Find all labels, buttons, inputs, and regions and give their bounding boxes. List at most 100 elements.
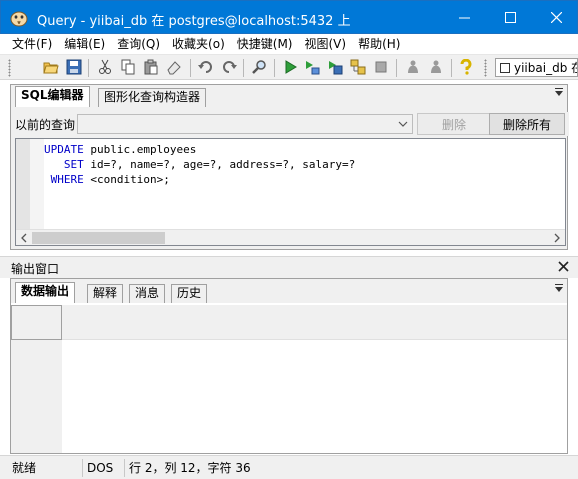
checkbox-icon — [500, 62, 510, 73]
previous-query-label: 以前的查询 — [15, 118, 76, 132]
tab-list-dropdown-icon[interactable] — [555, 284, 563, 292]
toolbar: yiibai_db 在 — [0, 54, 578, 80]
delete-all-button[interactable]: 删除所有 — [489, 113, 565, 135]
execute-button[interactable] — [281, 58, 299, 76]
menu-help[interactable]: 帮助(H) — [352, 34, 406, 54]
copy-button[interactable] — [119, 58, 137, 76]
redo-icon — [223, 61, 237, 73]
sql-keyword: UPDATE — [44, 143, 84, 156]
toolbar-separator — [190, 59, 191, 77]
output-pane-title: 输出窗口 — [11, 262, 60, 276]
output-panel: 数据输出 解释 消息 历史 — [10, 278, 568, 454]
minimize-icon — [458, 17, 470, 19]
grid-column-header — [62, 305, 567, 340]
menu-favourites[interactable]: 收藏夹(o) — [166, 34, 231, 54]
grid-corner-cell[interactable] — [11, 305, 62, 340]
scissors-icon — [99, 59, 111, 74]
fold-margin — [30, 139, 44, 230]
tab-messages[interactable]: 消息 — [129, 284, 166, 303]
eraser-icon — [167, 61, 181, 75]
previous-query-combo[interactable] — [77, 114, 413, 134]
menu-view[interactable]: 视图(V) — [298, 34, 352, 54]
tab-graphical-query-builder[interactable]: 图形化查询构造器 — [98, 88, 207, 107]
explain-icon — [306, 61, 320, 75]
play-icon — [285, 60, 297, 74]
undo-icon — [198, 61, 212, 73]
commit-icon — [408, 60, 418, 73]
execute-pgscript-button[interactable] — [349, 58, 367, 76]
scroll-left-icon[interactable] — [20, 233, 28, 243]
output-pane-header: 输出窗口 — [0, 256, 578, 278]
save-icon — [66, 59, 82, 75]
cut-button[interactable] — [96, 58, 114, 76]
rollback-button[interactable] — [427, 58, 445, 76]
commit-button[interactable] — [404, 58, 422, 76]
copy-icon — [121, 59, 135, 75]
save-button[interactable] — [65, 58, 83, 76]
tab-history[interactable]: 历史 — [171, 284, 208, 303]
editor-horizontal-scrollbar[interactable] — [16, 229, 565, 245]
close-icon — [550, 12, 562, 23]
sql-keyword: WHERE — [50, 173, 84, 186]
database-selector[interactable]: yiibai_db 在 — [495, 58, 578, 77]
code-line: WHERE <condition>; — [44, 172, 355, 187]
sql-editor[interactable]: UPDATE public.employees SET id=?, name=?… — [15, 138, 566, 246]
output-tabstrip: 数据输出 解释 消息 历史 — [11, 279, 567, 303]
tab-explain[interactable]: 解释 — [87, 284, 124, 303]
open-file-button[interactable] — [42, 58, 60, 76]
code-line: SET id=?, name=?, age=?, address=?, sala… — [44, 157, 355, 172]
grid-row-header — [11, 340, 62, 453]
help-button[interactable] — [457, 58, 475, 76]
menu-macros[interactable]: 快捷键(M) — [231, 34, 299, 54]
menu-query[interactable]: 查询(Q) — [111, 34, 166, 54]
query-tabstrip: SQL编辑器 图形化查询构造器 — [11, 85, 567, 107]
toolbar-separator — [396, 59, 397, 77]
close-button[interactable] — [533, 1, 578, 34]
title-bar[interactable]: Query - yiibai_db 在 postgres@localhost:5… — [0, 0, 578, 34]
clear-button[interactable] — [165, 58, 183, 76]
status-cursor-position: 行 2，列 12，字符 36 — [124, 459, 424, 477]
menu-file[interactable]: 文件(F) — [6, 34, 58, 54]
close-icon[interactable] — [558, 261, 569, 272]
execute-file-icon — [329, 61, 343, 75]
cancel-query-button[interactable] — [372, 58, 390, 76]
scroll-right-icon[interactable] — [553, 233, 561, 243]
window-title: Query - yiibai_db 在 postgres@localhost:5… — [37, 14, 351, 29]
stop-icon — [375, 61, 387, 73]
find-button[interactable] — [250, 58, 268, 76]
execute-to-file-button[interactable] — [326, 58, 344, 76]
status-bar: 就绪 DOS 行 2，列 12，字符 36 — [0, 455, 578, 479]
line-number-gutter — [16, 139, 30, 230]
toolbar-grip[interactable] — [484, 59, 487, 77]
delete-button[interactable]: 删除 — [417, 113, 491, 135]
menu-edit[interactable]: 编辑(E) — [58, 34, 111, 54]
code-text: public.employees — [83, 143, 197, 156]
scrollbar-thumb[interactable] — [32, 232, 165, 244]
status-state: 就绪 — [12, 461, 37, 475]
tab-data-output[interactable]: 数据输出 — [15, 282, 76, 303]
previous-query-bar: 以前的查询 删除 删除所有 — [11, 112, 569, 136]
help-icon — [460, 59, 472, 75]
paste-button[interactable] — [142, 58, 160, 76]
explain-button[interactable] — [303, 58, 321, 76]
minimize-button[interactable] — [441, 1, 487, 34]
sql-code[interactable]: UPDATE public.employees SET id=?, name=?… — [44, 142, 355, 187]
status-encoding: DOS — [82, 459, 122, 477]
code-text: <condition>; — [83, 173, 170, 186]
tab-sql-editor[interactable]: SQL编辑器 — [15, 86, 90, 107]
chevron-down-icon — [398, 121, 408, 127]
code-text: id=?, name=?, age=?, address=?, salary=? — [83, 158, 356, 171]
undo-button[interactable] — [197, 58, 215, 76]
search-icon — [252, 60, 266, 74]
toolbar-separator — [274, 59, 275, 77]
maximize-button[interactable] — [487, 1, 533, 34]
elephant-icon — [10, 11, 28, 27]
redo-button[interactable] — [220, 58, 238, 76]
toolbar-separator — [243, 59, 244, 77]
database-selector-label: yiibai_db 在 — [514, 61, 578, 75]
toolbar-grip[interactable] — [8, 59, 11, 77]
menu-bar: 文件(F) 编辑(E) 查询(Q) 收藏夹(o) 快捷键(M) 视图(V) 帮助… — [0, 34, 578, 54]
tab-list-dropdown-icon[interactable] — [555, 88, 563, 96]
query-panel: SQL编辑器 图形化查询构造器 以前的查询 删除 删除所有 UPDATE pub… — [10, 84, 569, 250]
pgscript-icon — [350, 59, 366, 75]
